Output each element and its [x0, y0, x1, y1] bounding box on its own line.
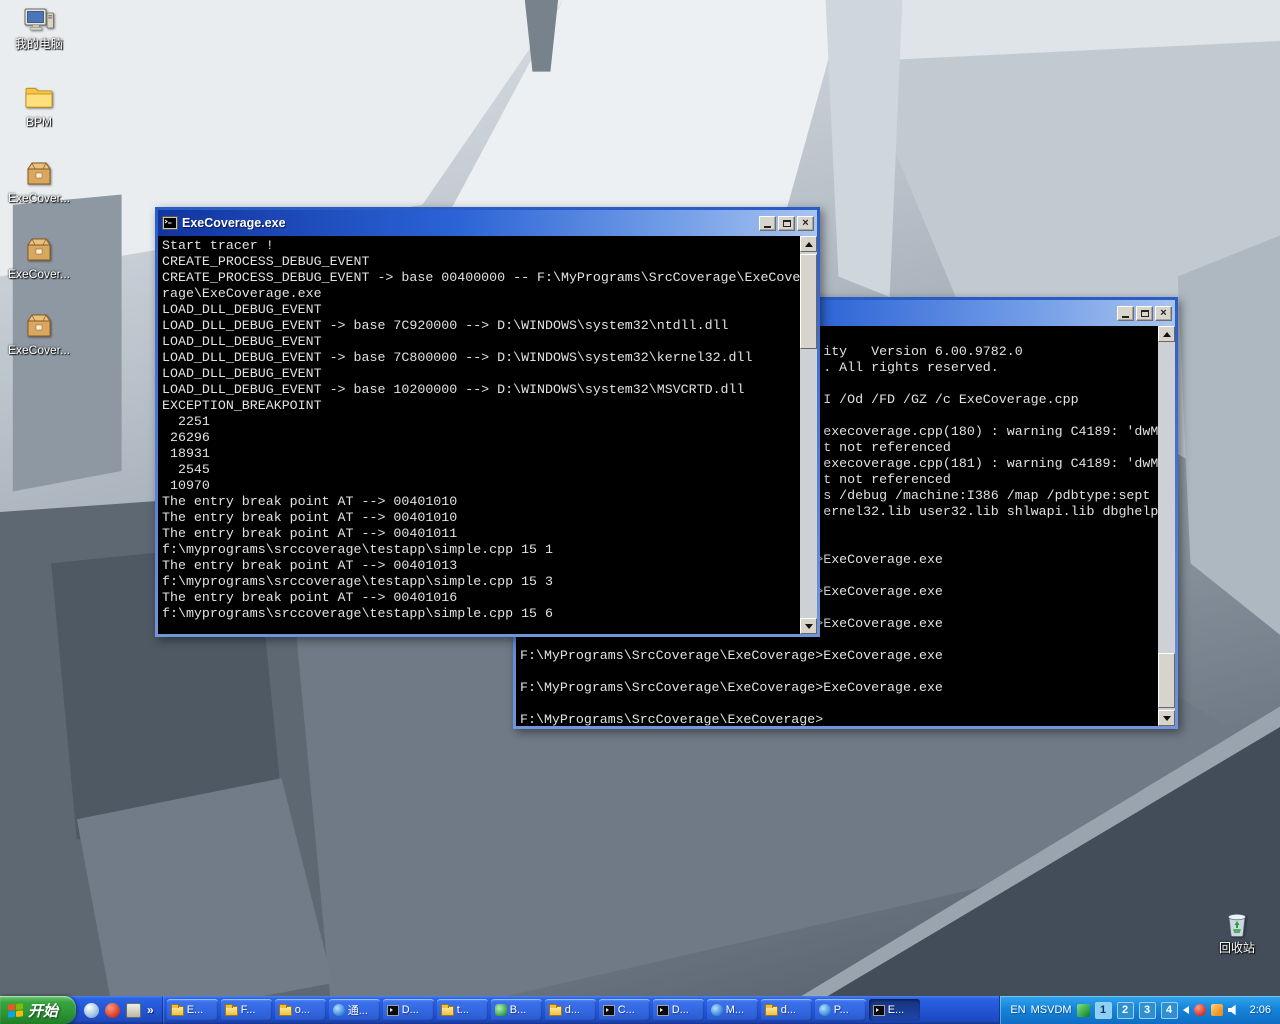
- scroll-down-button[interactable]: [1158, 710, 1175, 726]
- folder-icon: [170, 1004, 184, 1016]
- console-icon: [872, 1004, 885, 1016]
- arrow-up-icon: [804, 241, 813, 247]
- scroll-up-button[interactable]: [1158, 326, 1175, 342]
- taskbar-button[interactable]: M...: [706, 999, 758, 1021]
- close-button[interactable]: ×: [797, 215, 814, 231]
- setup-box-icon: [23, 310, 55, 342]
- taskbar-button[interactable]: D...: [382, 999, 434, 1021]
- desktop-icon-label: 回收站: [1218, 941, 1255, 955]
- console-icon: [602, 1004, 615, 1016]
- vdm-tray-icon[interactable]: [1076, 1003, 1090, 1017]
- virtual-desktop-1-button[interactable]: 1: [1094, 1001, 1112, 1019]
- desktop-icon-recycle-bin[interactable]: 回收站: [1206, 908, 1268, 955]
- language-indicator[interactable]: EN: [1010, 1004, 1025, 1016]
- taskbar-button[interactable]: F...: [220, 999, 272, 1021]
- desktop-icon-label: ExeCover...: [7, 191, 71, 205]
- start-button-label: 开始: [28, 1002, 59, 1020]
- taskbar-button[interactable]: d...: [760, 999, 812, 1021]
- desktop-icon-label: BPM: [25, 115, 52, 129]
- taskbar-button[interactable]: P...: [814, 999, 866, 1021]
- hide-icons-chevron[interactable]: [1182, 1006, 1189, 1014]
- windows-logo-icon: [8, 1002, 23, 1018]
- desktop-icon-bpm-folder[interactable]: BPM: [8, 82, 70, 129]
- quick-launch-bar: »: [76, 996, 163, 1024]
- desktop-icon-label: 我的电脑: [14, 37, 63, 51]
- quick-launch-icon-1[interactable]: [84, 1002, 100, 1018]
- console-icon: [386, 1004, 399, 1016]
- folder-icon: [548, 1004, 562, 1016]
- app-icon: [710, 1004, 723, 1016]
- virtual-desktop-4-button[interactable]: 4: [1160, 1001, 1178, 1019]
- volume-icon[interactable]: [1227, 1004, 1236, 1016]
- scroll-down-button[interactable]: [800, 618, 817, 634]
- taskbar-button[interactable]: E...: [166, 999, 218, 1021]
- virtual-desktop-2-button[interactable]: 2: [1116, 1001, 1134, 1019]
- minimize-icon: [1122, 315, 1129, 318]
- desktop-icon-label: ExeCover...: [7, 343, 71, 357]
- folder-icon: [764, 1004, 778, 1016]
- folder-icon: [440, 1004, 454, 1016]
- app-icon: [332, 1004, 345, 1016]
- front-console-output[interactable]: Start tracer ! CREATE_PROCESS_DEBUG_EVEN…: [158, 236, 817, 634]
- arrow-down-icon: [804, 623, 813, 629]
- scroll-up-button[interactable]: [800, 236, 817, 252]
- folder-icon: [278, 1004, 292, 1016]
- taskbar-button[interactable]: d...: [544, 999, 596, 1021]
- back-window-scrollbar[interactable]: [1158, 326, 1175, 726]
- folder-icon: [23, 82, 55, 114]
- setup-box-icon: [23, 158, 55, 190]
- taskbar-buttons: E... F... o... 通... D... t... B... d... …: [163, 996, 1000, 1024]
- quick-launch-overflow-chevron[interactable]: »: [147, 1003, 154, 1017]
- taskbar-button[interactable]: o...: [274, 999, 326, 1021]
- recycle-bin-icon: [1221, 908, 1253, 940]
- folder-icon: [224, 1004, 238, 1016]
- close-icon: ×: [802, 216, 809, 229]
- taskbar-button[interactable]: t...: [436, 999, 488, 1021]
- front-window-titlebar[interactable]: ExeCoverage.exe ×: [158, 210, 817, 236]
- app-icon: [494, 1004, 507, 1016]
- maximize-icon: [1140, 309, 1149, 317]
- taskbar: 开始 » E... F... o... 通... D... t... B... …: [0, 996, 1280, 1024]
- show-desktop-icon[interactable]: [126, 1002, 142, 1018]
- taskbar-button[interactable]: B...: [490, 999, 542, 1021]
- desktop-icon-my-computer[interactable]: 我的电脑: [8, 4, 70, 51]
- close-icon: ×: [1160, 306, 1167, 319]
- maximize-button[interactable]: [1136, 305, 1153, 321]
- taskbar-button[interactable]: 通...: [328, 999, 380, 1021]
- setup-box-icon: [23, 234, 55, 266]
- front-console-window: ExeCoverage.exe × Start tracer ! CREATE_…: [155, 207, 820, 637]
- app-icon: [818, 1004, 831, 1016]
- msvdm-toolbar-label[interactable]: MSVDM: [1031, 1004, 1072, 1016]
- tray-icon-2[interactable]: [1210, 1004, 1223, 1016]
- arrow-down-icon: [1162, 715, 1171, 721]
- start-button[interactable]: 开始: [0, 996, 77, 1024]
- tray-icon-1[interactable]: [1193, 1004, 1206, 1016]
- taskbar-clock: 2:06: [1249, 1004, 1271, 1016]
- my-computer-icon: [23, 4, 55, 36]
- scrollbar-thumb[interactable]: [1158, 653, 1175, 708]
- maximize-button[interactable]: [778, 215, 795, 231]
- scrollbar-thumb[interactable]: [800, 254, 817, 349]
- minimize-icon: [764, 225, 771, 228]
- desktop-icon-execover-2[interactable]: ExeCover...: [8, 234, 70, 281]
- minimize-button[interactable]: [1117, 305, 1134, 321]
- console-window-icon: [162, 215, 178, 231]
- console-icon: [656, 1004, 669, 1016]
- taskbar-button[interactable]: C...: [598, 999, 650, 1021]
- minimize-button[interactable]: [759, 215, 776, 231]
- desktop-icon-label: ExeCover...: [7, 267, 71, 281]
- taskbar-button[interactable]: D...: [652, 999, 704, 1021]
- quick-launch-icon-2[interactable]: [105, 1002, 121, 1018]
- desktop-icon-execover-3[interactable]: ExeCover...: [8, 310, 70, 357]
- system-tray: EN MSVDM 1 2 3 4 2:06: [999, 996, 1280, 1024]
- front-window-scrollbar[interactable]: [800, 236, 817, 634]
- front-window-title: ExeCoverage.exe: [182, 216, 286, 230]
- taskbar-button-active[interactable]: E...: [868, 999, 920, 1021]
- desktop-icon-execover-1[interactable]: ExeCover...: [8, 158, 70, 205]
- console-output-text: Start tracer ! CREATE_PROCESS_DEBUG_EVEN…: [162, 238, 801, 621]
- maximize-icon: [782, 219, 791, 227]
- close-button[interactable]: ×: [1155, 305, 1172, 321]
- virtual-desktop-3-button[interactable]: 3: [1138, 1001, 1156, 1019]
- arrow-up-icon: [1162, 331, 1171, 337]
